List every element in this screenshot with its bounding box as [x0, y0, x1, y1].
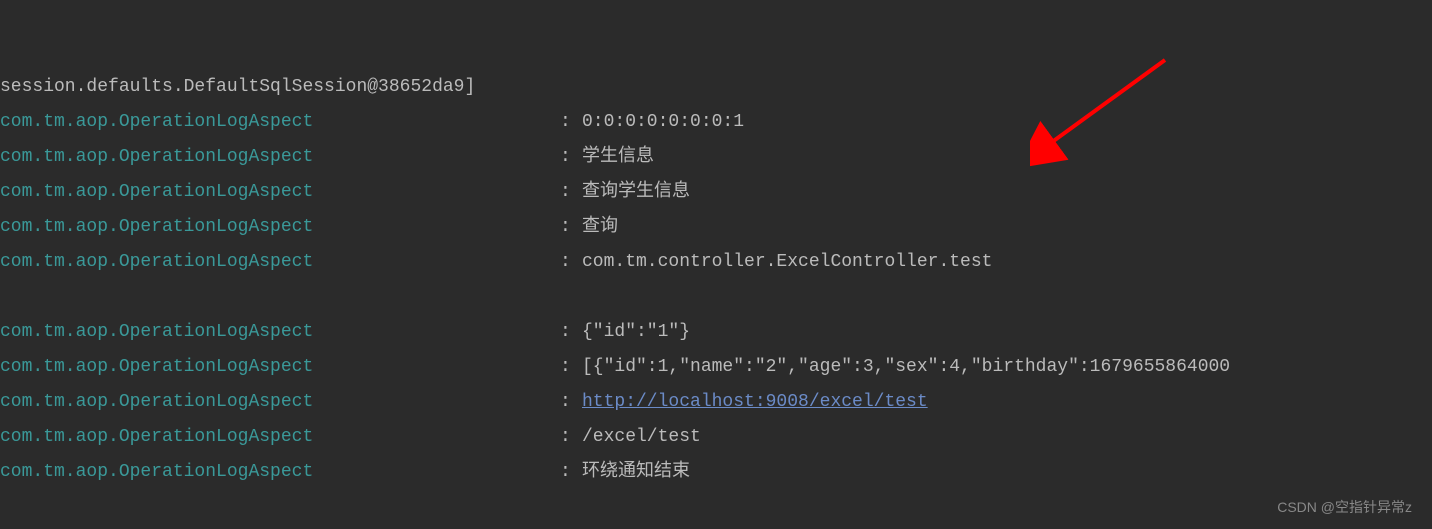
- log-message: 查询: [582, 210, 618, 245]
- source-class: com.tm.aop.OperationLogAspect: [0, 210, 560, 245]
- separator: :: [560, 350, 582, 385]
- session-log-line: session.defaults.DefaultSqlSession@38652…: [0, 70, 1432, 105]
- separator: :: [560, 385, 582, 420]
- log-message: com.tm.controller.ExcelController.test: [582, 245, 992, 280]
- separator: :: [560, 210, 582, 245]
- separator: :: [560, 105, 582, 140]
- log-message: 0:0:0:0:0:0:0:1: [582, 105, 744, 140]
- log-message: [{"id":1,"name":"2","age":3,"sex":4,"bir…: [582, 350, 1230, 385]
- log-row: com.tm.aop.OperationLogAspect : 0:0:0:0:…: [0, 105, 1432, 140]
- source-class: com.tm.aop.OperationLogAspect: [0, 315, 560, 350]
- empty-line: [0, 280, 1432, 315]
- log-message-link[interactable]: http://localhost:9008/excel/test: [582, 385, 928, 420]
- separator: :: [560, 245, 582, 280]
- source-class: com.tm.aop.OperationLogAspect: [0, 420, 560, 455]
- separator: :: [560, 420, 582, 455]
- log-message: 查询学生信息: [582, 175, 690, 210]
- log-row: com.tm.aop.OperationLogAspect : http://l…: [0, 385, 1432, 420]
- separator: :: [560, 175, 582, 210]
- source-class: com.tm.aop.OperationLogAspect: [0, 175, 560, 210]
- log-row: com.tm.aop.OperationLogAspect : 查询学生信息: [0, 175, 1432, 210]
- separator: :: [560, 140, 582, 175]
- source-class: com.tm.aop.OperationLogAspect: [0, 140, 560, 175]
- watermark: CSDN @空指针异常z: [1277, 497, 1412, 517]
- source-class: com.tm.aop.OperationLogAspect: [0, 105, 560, 140]
- source-class: com.tm.aop.OperationLogAspect: [0, 350, 560, 385]
- source-class: com.tm.aop.OperationLogAspect: [0, 385, 560, 420]
- log-row: com.tm.aop.OperationLogAspect : 查询: [0, 210, 1432, 245]
- log-message: 环绕通知结束: [582, 455, 690, 490]
- log-row: com.tm.aop.OperationLogAspect : [{"id":1…: [0, 350, 1432, 385]
- separator: :: [560, 455, 582, 490]
- source-class: com.tm.aop.OperationLogAspect: [0, 245, 560, 280]
- log-row: com.tm.aop.OperationLogAspect : {"id":"1…: [0, 315, 1432, 350]
- log-message: /excel/test: [582, 420, 701, 455]
- log-message: {"id":"1"}: [582, 315, 690, 350]
- log-message: 学生信息: [582, 140, 654, 175]
- log-row: com.tm.aop.OperationLogAspect : 学生信息: [0, 140, 1432, 175]
- source-class: com.tm.aop.OperationLogAspect: [0, 455, 560, 490]
- log-row: com.tm.aop.OperationLogAspect : 环绕通知结束: [0, 455, 1432, 490]
- separator: :: [560, 315, 582, 350]
- log-row: com.tm.aop.OperationLogAspect : com.tm.c…: [0, 245, 1432, 280]
- log-row: com.tm.aop.OperationLogAspect : /excel/t…: [0, 420, 1432, 455]
